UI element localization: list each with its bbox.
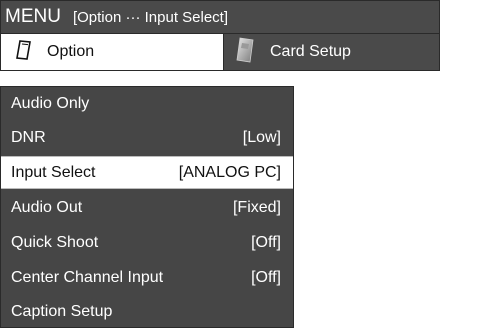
menu-item-quick-shoot[interactable]: Quick Shoot [Off] xyxy=(1,226,293,259)
menu-item-value: [Off] xyxy=(251,233,281,251)
menu-item-dnr[interactable]: DNR [Low] xyxy=(1,121,293,154)
menu-item-input-select[interactable]: Input Select [ANALOG PC] xyxy=(1,156,293,189)
menu-item-label: Quick Shoot xyxy=(11,233,99,251)
menu-item-value: [Off] xyxy=(251,268,281,286)
option-card-icon xyxy=(15,39,33,66)
menu-title-bar: MENU [Option ··· Input Select] xyxy=(0,0,440,34)
menu-item-audio-out[interactable]: Audio Out [Fixed] xyxy=(1,191,293,224)
menu-item-label: Input Select xyxy=(11,163,96,181)
menu-item-caption-setup[interactable]: Caption Setup xyxy=(1,295,293,328)
menu-item-value: [Fixed] xyxy=(232,198,281,216)
tab-option[interactable]: Option xyxy=(1,34,224,70)
tab-option-label: Option xyxy=(47,43,95,60)
card-setup-icon xyxy=(234,37,256,68)
menu-item-label: Center Channel Input xyxy=(11,268,164,286)
menu-item-value: [ANALOG PC] xyxy=(178,163,281,181)
menu-item-label: DNR xyxy=(11,128,46,146)
menu-item-label: Audio Only xyxy=(11,94,90,112)
menu-item-audio-only[interactable]: Audio Only xyxy=(1,87,293,120)
menu-item-label: Audio Out xyxy=(11,198,83,216)
option-menu-list: Audio Only DNR [Low] Input Select [ANALO… xyxy=(0,86,294,328)
tab-card-setup[interactable]: Card Setup xyxy=(224,34,439,70)
tab-card-setup-label: Card Setup xyxy=(270,43,351,60)
menu-item-label: Caption Setup xyxy=(11,302,113,320)
breadcrumb: [Option ··· Input Select] xyxy=(72,8,229,26)
menu-item-value: [Low] xyxy=(242,128,281,146)
menu-item-center-channel-input[interactable]: Center Channel Input [Off] xyxy=(1,261,293,294)
menu-label: MENU xyxy=(5,6,61,27)
tab-bar: Option Card Setup xyxy=(0,34,440,71)
